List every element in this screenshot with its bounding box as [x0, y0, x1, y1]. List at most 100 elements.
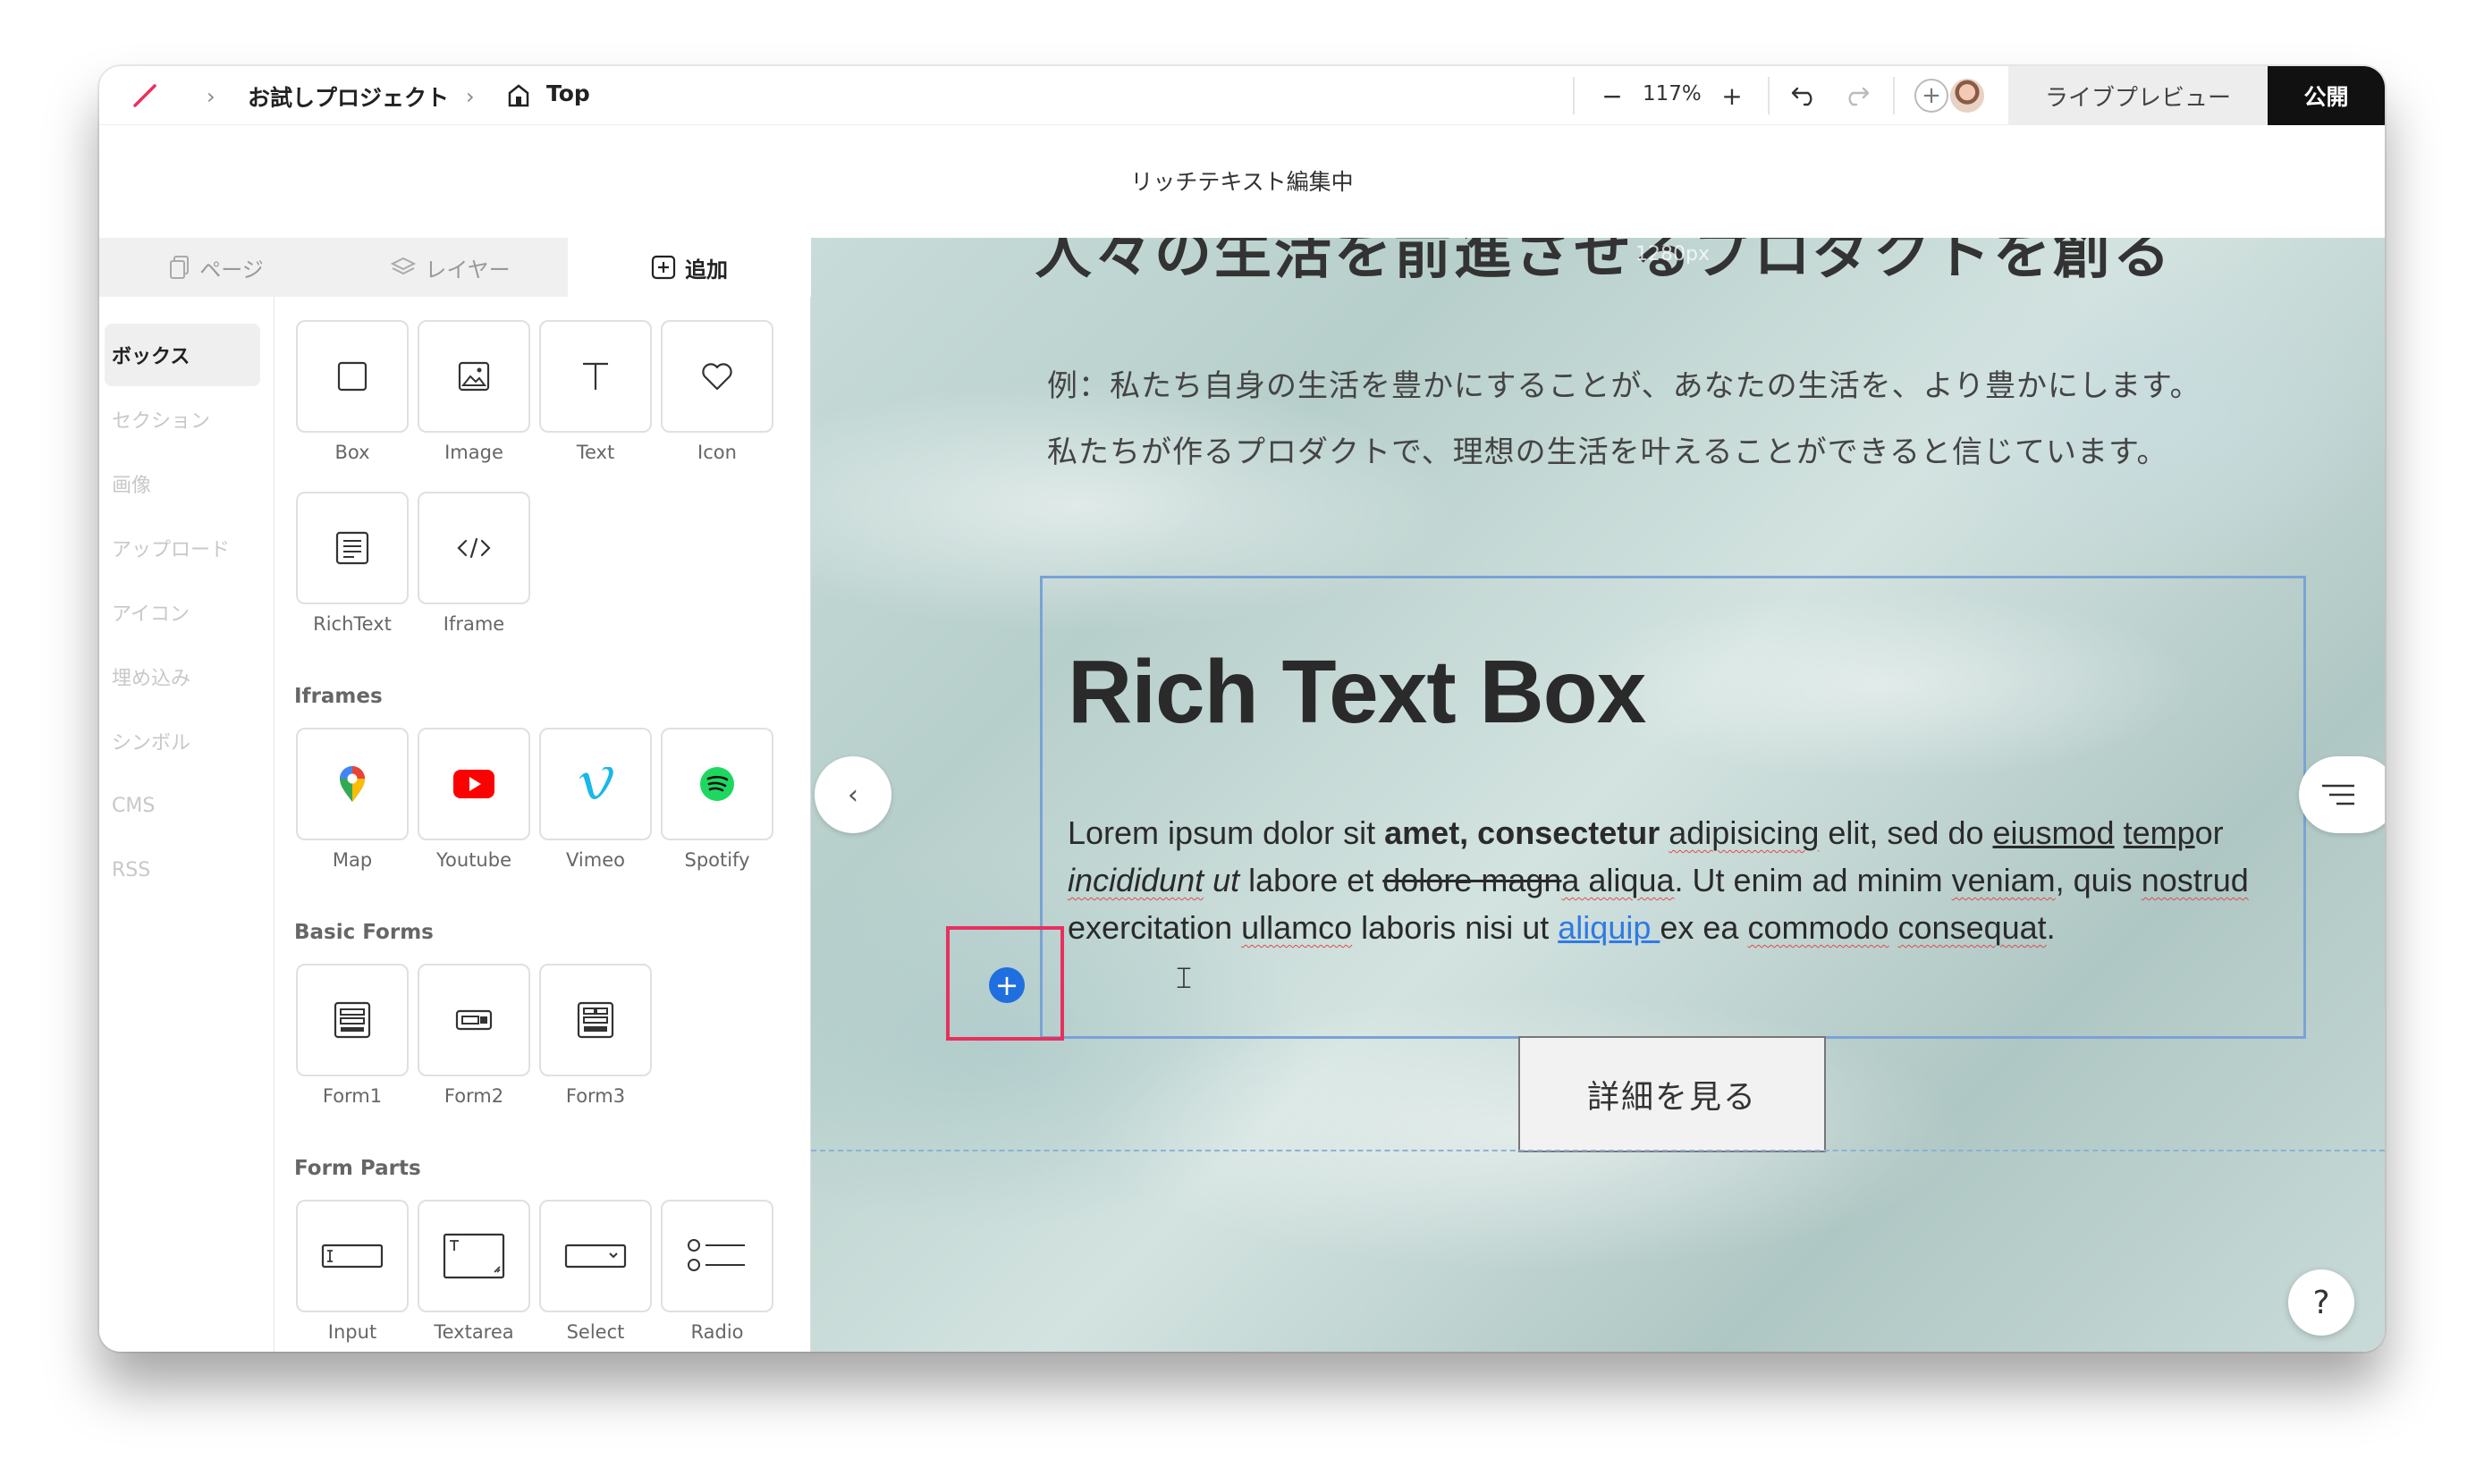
category-list: ボックス セクション 画像 アップロード アイコン 埋め込み シンボル CMS … — [99, 297, 275, 1352]
collapse-panel-button[interactable]: ‹ — [815, 756, 891, 833]
page-heading[interactable]: 人々の生活を前進させるプロダクトを創る — [1035, 238, 2173, 290]
tile-map[interactable] — [296, 728, 409, 840]
form3-icon — [577, 1001, 614, 1039]
category-icon[interactable]: アイコン — [99, 581, 275, 644]
tile-input[interactable] — [296, 1200, 409, 1312]
tile-image[interactable] — [418, 320, 530, 433]
redo-icon — [1848, 87, 1870, 106]
tile-label: Icon — [697, 442, 737, 463]
plus-icon: + — [1721, 80, 1743, 111]
zoom-out-button[interactable]: − — [1594, 77, 1630, 114]
tile-label: Iframe — [443, 613, 505, 635]
image-icon — [458, 361, 490, 392]
category-rss[interactable]: RSS — [99, 839, 275, 901]
tile-form1[interactable] — [296, 964, 409, 1076]
divider — [1573, 77, 1575, 114]
youtube-icon — [453, 770, 494, 798]
spotify-icon — [700, 767, 734, 801]
richtext-icon — [335, 531, 369, 565]
tile-label: Box — [334, 442, 370, 463]
zoom-level[interactable]: 117% — [1643, 82, 1702, 105]
tab-label: レイヤー — [425, 257, 511, 282]
tile-vimeo[interactable] — [539, 728, 652, 840]
rich-text-title[interactable]: Rich Text Box — [1068, 641, 1646, 744]
category-embed[interactable]: 埋め込み — [99, 645, 275, 708]
tile-label: Spotify — [684, 849, 750, 871]
tile-select[interactable] — [539, 1200, 652, 1312]
select-icon — [564, 1244, 627, 1269]
rich-text-body[interactable]: Lorem ipsum dolor sit amet, consectetur … — [1068, 809, 2284, 951]
tab-layers[interactable]: レイヤー — [334, 238, 568, 297]
section-boundary — [811, 1150, 2385, 1151]
category-cms[interactable]: CMS — [99, 774, 275, 837]
editor-canvas[interactable]: 人々の生活を前進させるプロダクトを創る 1280px 例：私たち自身の生活を豊か… — [811, 238, 2385, 1352]
category-upload[interactable]: アップロード — [99, 517, 275, 579]
section-title-parts: Form Parts — [294, 1157, 421, 1180]
zoom-in-button[interactable]: + — [1714, 77, 1750, 114]
left-panel: ページ レイヤー 追加 ボックス セクション 画像 アップロード アイコン 埋め… — [99, 238, 811, 1352]
top-toolbar: › お試しプロジェクト › Top − 117% + + ライブプレビュー 公開 — [99, 66, 2385, 125]
tile-youtube[interactable] — [418, 728, 530, 840]
breadcrumb-page[interactable]: Top — [546, 80, 590, 106]
rich-text-box[interactable]: Rich Text Box Lorem ipsum dolor sit amet… — [1040, 576, 2306, 1039]
category-symbol[interactable]: シンボル — [99, 710, 275, 772]
tab-add[interactable]: 追加 — [568, 238, 811, 297]
divider — [1893, 77, 1895, 114]
tile-radio[interactable] — [661, 1200, 773, 1312]
panel-tabs: ページ レイヤー 追加 — [99, 238, 811, 297]
tile-label: Form1 — [322, 1085, 383, 1107]
undo-button[interactable] — [1784, 77, 1825, 114]
category-section[interactable]: セクション — [99, 388, 275, 451]
app-window: › お試しプロジェクト › Top − 117% + + ライブプレビュー 公開… — [99, 66, 2385, 1352]
tile-label: Map — [332, 849, 373, 871]
intro-text-line-2[interactable]: 私たちが作るプロダクトで、理想の生活を叶えることができると信じています。 — [1047, 427, 2168, 471]
breadcrumb-project[interactable]: お試しプロジェクト — [248, 80, 449, 113]
add-square-icon — [651, 255, 676, 280]
input-icon — [321, 1244, 384, 1269]
tile-label: Radio — [690, 1321, 744, 1343]
menu-lines-icon — [2322, 784, 2354, 805]
textarea-icon — [443, 1233, 505, 1279]
heart-icon — [702, 363, 732, 391]
tile-form2[interactable] — [418, 964, 530, 1076]
live-preview-button[interactable]: ライブプレビュー — [2008, 66, 2268, 125]
canvas-width-label: 1280px — [1635, 243, 1710, 266]
intro-text-line-1[interactable]: 例：私たち自身の生活を豊かにすることが、あなたの生活を、より豊かにします。 — [1047, 361, 2201, 405]
tile-text[interactable] — [539, 320, 652, 433]
redo-button[interactable] — [1836, 77, 1877, 114]
tile-box[interactable] — [296, 320, 409, 433]
tile-icon[interactable] — [661, 320, 773, 433]
home-page-icon — [508, 84, 529, 107]
form1-icon — [334, 1001, 371, 1039]
section-title-iframes: Iframes — [294, 685, 383, 708]
publish-button[interactable]: 公開 — [2268, 66, 2385, 125]
undo-icon — [1791, 87, 1812, 106]
help-button[interactable]: ? — [2288, 1269, 2354, 1336]
tile-label: Select — [566, 1321, 625, 1343]
outline-menu-button[interactable] — [2299, 756, 2385, 833]
section-title-forms: Basic Forms — [294, 921, 434, 944]
tile-richtext[interactable] — [296, 492, 409, 604]
chevron-right-icon: › — [207, 84, 215, 109]
tile-label: Image — [444, 442, 503, 463]
tile-spotify[interactable] — [661, 728, 773, 840]
tile-label: Text — [576, 442, 615, 463]
tile-label: Form3 — [565, 1085, 626, 1107]
chevron-left-icon: ‹ — [848, 779, 858, 811]
tile-label: Youtube — [436, 849, 511, 871]
tile-form3[interactable] — [539, 964, 652, 1076]
category-box[interactable]: ボックス — [105, 324, 260, 386]
tile-textarea[interactable] — [418, 1200, 530, 1312]
rich-text-link[interactable]: aliquip — [1558, 909, 1660, 946]
map-pin-icon — [340, 766, 365, 802]
tile-iframe[interactable] — [418, 492, 530, 604]
tab-pages[interactable]: ページ — [99, 238, 334, 297]
radio-icon — [688, 1239, 745, 1271]
detail-button[interactable]: 詳細を見る — [1518, 1036, 1826, 1152]
plus-circle-icon[interactable]: + — [989, 967, 1025, 1003]
add-collaborator-icon[interactable]: + — [1914, 79, 1948, 113]
text-cursor-icon: 𝙸 — [1173, 960, 1195, 996]
logo-slash-icon[interactable] — [130, 80, 160, 111]
category-image[interactable]: 画像 — [99, 452, 275, 515]
avatar[interactable] — [1948, 77, 1986, 114]
